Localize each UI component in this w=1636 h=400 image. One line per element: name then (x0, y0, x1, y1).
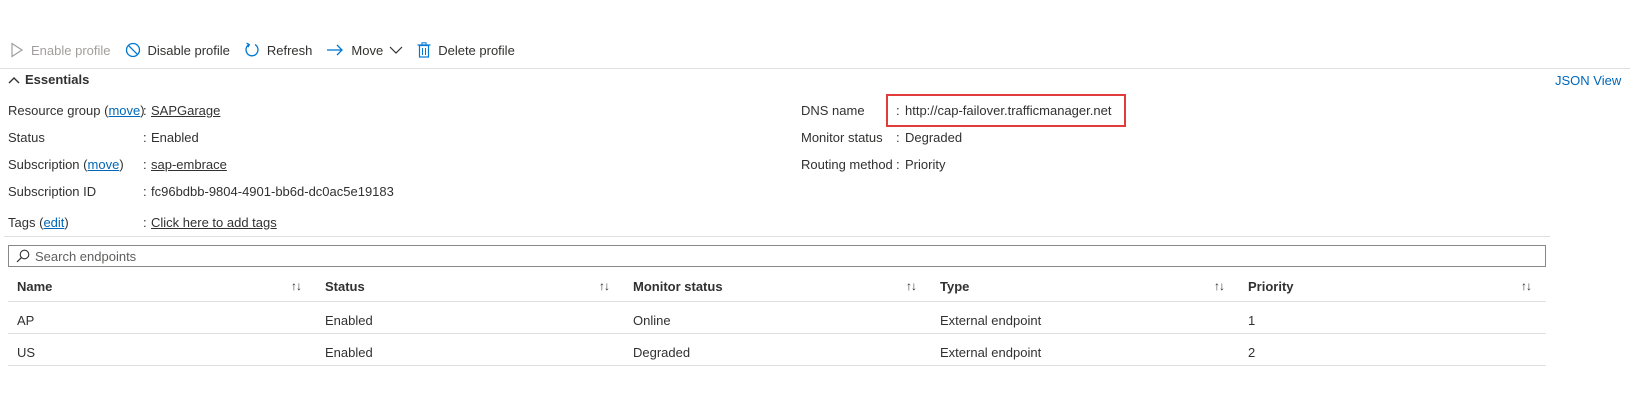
monitor-status-value: Degraded (905, 130, 963, 145)
subscription-move-link[interactable]: move (88, 157, 120, 172)
dns-name-label: DNS name (801, 103, 865, 118)
trash-icon (417, 42, 431, 58)
dns-name-highlight-box (886, 94, 1126, 127)
status-label: Status (8, 130, 45, 145)
column-header-monitor-status[interactable]: Monitor status (633, 279, 723, 294)
endpoint-status-cell: Enabled (325, 345, 373, 360)
search-icon (16, 249, 30, 263)
sort-icon[interactable]: ↑↓ (1521, 279, 1532, 293)
sort-icon[interactable]: ↑↓ (291, 279, 302, 293)
tags-property: Tags (edit) : Click here to add tags (8, 215, 277, 230)
endpoint-monitor-status-cell: Degraded (633, 345, 691, 360)
endpoint-status-cell: Enabled (325, 313, 373, 328)
table-row[interactable]: US Enabled Degraded External endpoint 2 (8, 334, 1546, 366)
chevron-down-icon (389, 46, 403, 54)
disable-icon (125, 42, 140, 58)
move-label: Move (351, 42, 384, 58)
column-header-status[interactable]: Status (325, 279, 365, 294)
add-tags-link[interactable]: Click here to add tags (151, 215, 277, 230)
move-button[interactable]: Move (326, 42, 403, 58)
endpoint-priority-cell: 2 (1248, 345, 1256, 360)
endpoints-table: Name ↑↓ Status ↑↓ Monitor status ↑↓ Type… (8, 270, 1546, 366)
search-endpoints-input[interactable] (35, 248, 1515, 264)
column-header-priority[interactable]: Priority (1248, 279, 1294, 294)
column-header-type[interactable]: Type (940, 279, 969, 294)
dns-name-property: DNS name : http://cap-failover.trafficma… (801, 103, 1112, 118)
table-header-row: Name ↑↓ Status ↑↓ Monitor status ↑↓ Type… (8, 270, 1546, 302)
play-icon (11, 42, 24, 58)
toolbar-divider (0, 68, 1630, 69)
tags-label: Tags (8, 215, 36, 230)
routing-method-property: Routing method : Priority (801, 157, 946, 172)
resource-group-value-link[interactable]: SAPGarage (151, 103, 220, 118)
monitor-status-property: Monitor status : Degraded (801, 130, 963, 145)
subscription-id-label: Subscription ID (8, 184, 97, 199)
essentials-title: Essentials (25, 72, 90, 87)
status-property: Status : Enabled (8, 130, 199, 145)
status-value: Enabled (151, 130, 199, 145)
json-view-link[interactable]: JSON View (1555, 73, 1621, 88)
delete-profile-label: Delete profile (438, 42, 515, 58)
refresh-label: Refresh (266, 42, 313, 58)
column-header-name[interactable]: Name (17, 279, 52, 294)
endpoint-monitor-status-cell: Online (633, 313, 671, 328)
subscription-id-property: Subscription ID : fc96bdbb-9804-4901-bb6… (8, 184, 394, 199)
arrow-right-icon (327, 44, 344, 56)
refresh-button[interactable]: Refresh (244, 42, 313, 58)
endpoint-name-cell: AP (17, 313, 35, 328)
delete-profile-button[interactable]: Delete profile (417, 42, 515, 58)
essentials-divider (4, 236, 1550, 237)
refresh-icon (245, 42, 259, 57)
tags-edit-link[interactable]: edit (43, 215, 64, 230)
search-box (8, 245, 1546, 267)
endpoint-name-cell: US (17, 345, 36, 360)
sort-icon[interactable]: ↑↓ (906, 279, 917, 293)
sort-icon[interactable]: ↑↓ (1214, 279, 1225, 293)
sort-icon[interactable]: ↑↓ (599, 279, 610, 293)
subscription-property: Subscription (move) : sap-embrace (8, 157, 227, 172)
routing-method-value: Priority (905, 157, 946, 172)
subscription-label: Subscription (8, 157, 80, 172)
monitor-status-label: Monitor status (801, 130, 883, 145)
routing-method-label: Routing method (801, 157, 893, 172)
enable-profile-label: Enable profile (31, 42, 111, 58)
chevron-up-icon (8, 76, 20, 83)
subscription-value-link[interactable]: sap-embrace (151, 157, 227, 172)
command-bar: Enable profile Disable profile Refresh M… (10, 38, 529, 62)
disable-profile-button[interactable]: Disable profile (125, 42, 230, 58)
resource-group-move-link[interactable]: move (108, 103, 140, 118)
table-row[interactable]: AP Enabled Online External endpoint 1 (8, 302, 1546, 334)
resource-group-label: Resource group (8, 103, 101, 118)
enable-profile-button[interactable]: Enable profile (10, 42, 111, 58)
resource-group-property: Resource group (move) : SAPGarage (8, 103, 221, 118)
endpoint-type-cell: External endpoint (940, 345, 1042, 360)
subscription-id-value: fc96bdbb-9804-4901-bb6d-dc0ac5e19183 (151, 184, 394, 199)
disable-profile-label: Disable profile (147, 42, 230, 58)
endpoint-priority-cell: 1 (1248, 313, 1256, 328)
essentials-toggle[interactable]: Essentials (8, 72, 89, 87)
endpoint-type-cell: External endpoint (940, 313, 1042, 328)
